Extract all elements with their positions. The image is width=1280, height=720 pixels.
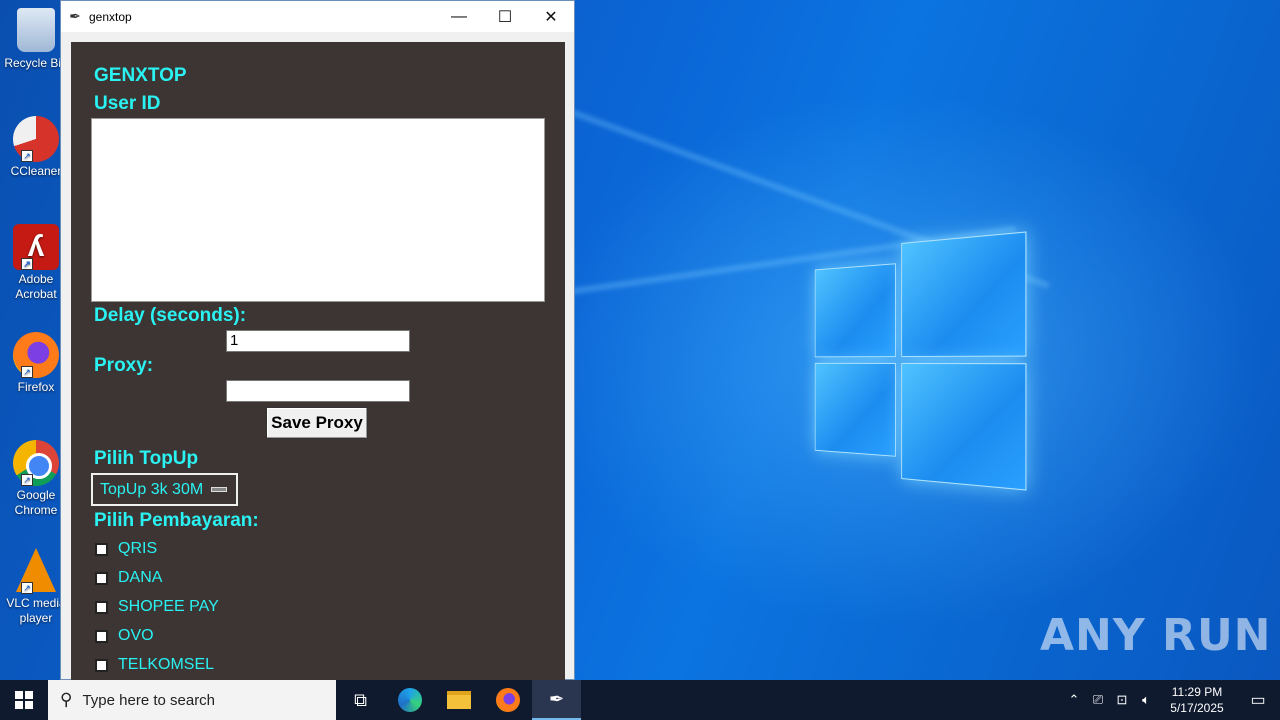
proxy-input[interactable] xyxy=(226,380,410,402)
network-icon[interactable]: ⊡ xyxy=(1110,692,1134,708)
payment-label: Pilih Pembayaran: xyxy=(94,510,259,532)
desktop-icon-ccleaner[interactable]: ↗ CCleaner xyxy=(4,116,68,179)
taskbar: ⚲ Type here to search ⧉ ✒ ⌃ ⎚ ⊡ 🔈︎ 11:29… xyxy=(0,680,1280,720)
notification-icon[interactable]: ▭ xyxy=(1236,690,1280,710)
delay-input[interactable]: 1 xyxy=(226,330,410,352)
windows-start-icon xyxy=(15,691,33,709)
chevron-up-icon[interactable]: ⌃ xyxy=(1062,692,1086,708)
desktop-icon-label: Google Chrome xyxy=(4,488,68,518)
anyrun-watermark: ANY RUN xyxy=(1040,610,1272,661)
start-button[interactable] xyxy=(0,680,48,720)
payment-option-label: QRIS xyxy=(118,540,157,558)
close-button[interactable]: ✕ xyxy=(528,1,574,32)
delay-label: Delay (seconds): xyxy=(94,305,246,327)
checkbox[interactable] xyxy=(95,659,108,672)
payment-option-shopee-pay[interactable]: SHOPEE PAY xyxy=(95,598,219,616)
user-id-label: User ID xyxy=(94,93,161,115)
system-tray: ⌃ ⎚ ⊡ 🔈︎ 11:29 PM 5/17/2025 ▭ xyxy=(1062,680,1280,720)
save-proxy-button[interactable]: Save Proxy xyxy=(266,407,368,439)
task-view-icon[interactable]: ⧉ xyxy=(336,680,385,720)
payment-option-qris[interactable]: QRIS xyxy=(95,540,157,558)
checkbox[interactable] xyxy=(95,601,108,614)
checkbox[interactable] xyxy=(95,630,108,643)
desktop-icon-label: VLC media player xyxy=(4,596,68,626)
clock-date: 5/17/2025 xyxy=(1158,700,1236,716)
taskbar-search[interactable]: ⚲ Type here to search xyxy=(48,680,336,720)
topup-selected-value: TopUp 3k 30M xyxy=(100,481,203,498)
desktop-icon-label: CCleaner xyxy=(4,164,68,179)
search-icon: ⚲ xyxy=(60,690,72,710)
maximize-button[interactable]: ☐ xyxy=(482,1,528,32)
volume-icon[interactable]: 🔈︎ xyxy=(1134,692,1158,708)
desktop-icon-label: Recycle Bin xyxy=(4,56,68,71)
topup-label: Pilih TopUp xyxy=(94,448,198,470)
checkbox[interactable] xyxy=(95,572,108,585)
payment-option-ovo[interactable]: OVO xyxy=(95,627,154,645)
minimize-button[interactable]: — xyxy=(436,1,482,32)
clock[interactable]: 11:29 PM 5/17/2025 xyxy=(1158,684,1236,716)
acrobat-icon: ʎ ↗ xyxy=(13,224,59,270)
meet-now-icon[interactable]: ⎚ xyxy=(1086,692,1110,708)
desktop-icon-chrome[interactable]: ↗ Google Chrome xyxy=(4,440,68,518)
edge-icon[interactable] xyxy=(385,680,434,720)
topup-dropdown[interactable]: TopUp 3k 30M xyxy=(91,473,238,506)
feather-icon: ✒ xyxy=(61,8,89,25)
payment-option-telkomsel[interactable]: TELKOMSEL xyxy=(95,656,214,674)
chrome-icon: ↗ xyxy=(13,440,59,486)
app-heading: GENXTOP xyxy=(94,65,187,87)
desktop-icon-acrobat[interactable]: ʎ ↗ Adobe Acrobat xyxy=(4,224,68,302)
desktop-icon-recycle-bin[interactable]: Recycle Bin xyxy=(4,8,68,71)
user-id-textarea[interactable] xyxy=(91,118,545,302)
payment-option-label: TELKOMSEL xyxy=(118,656,214,674)
checkbox[interactable] xyxy=(95,543,108,556)
desktop-icon-label: Adobe Acrobat xyxy=(4,272,68,302)
clock-time: 11:29 PM xyxy=(1158,684,1236,700)
file-explorer-icon[interactable] xyxy=(434,680,483,720)
vlc-icon: ↗ xyxy=(13,548,59,594)
proxy-label: Proxy: xyxy=(94,355,153,377)
window-titlebar[interactable]: ✒ genxtop — ☐ ✕ xyxy=(61,1,574,32)
recycle-bin-icon xyxy=(13,8,59,54)
desktop-icon-vlc[interactable]: ↗ VLC media player xyxy=(4,548,68,626)
firefox-icon[interactable] xyxy=(483,680,532,720)
desktop-icon-label: Firefox xyxy=(4,380,68,395)
app-content: GENXTOP User ID Delay (seconds): 1 Proxy… xyxy=(71,42,565,682)
dropdown-indicator-icon xyxy=(211,487,227,492)
window-title: genxtop xyxy=(89,10,436,24)
payment-option-label: DANA xyxy=(118,569,162,587)
genxtop-window: ✒ genxtop — ☐ ✕ GENXTOP User ID Delay (s… xyxy=(60,0,575,680)
payment-option-label: OVO xyxy=(118,627,154,645)
desktop-icon-firefox[interactable]: ↗ Firefox xyxy=(4,332,68,395)
payment-option-label: SHOPEE PAY xyxy=(118,598,219,616)
windows-logo-wallpaper xyxy=(815,231,1027,490)
firefox-icon: ↗ xyxy=(13,332,59,378)
genxtop-feather-icon[interactable]: ✒ xyxy=(532,680,581,720)
search-placeholder: Type here to search xyxy=(82,692,215,709)
ccleaner-icon: ↗ xyxy=(13,116,59,162)
payment-option-dana[interactable]: DANA xyxy=(95,569,162,587)
